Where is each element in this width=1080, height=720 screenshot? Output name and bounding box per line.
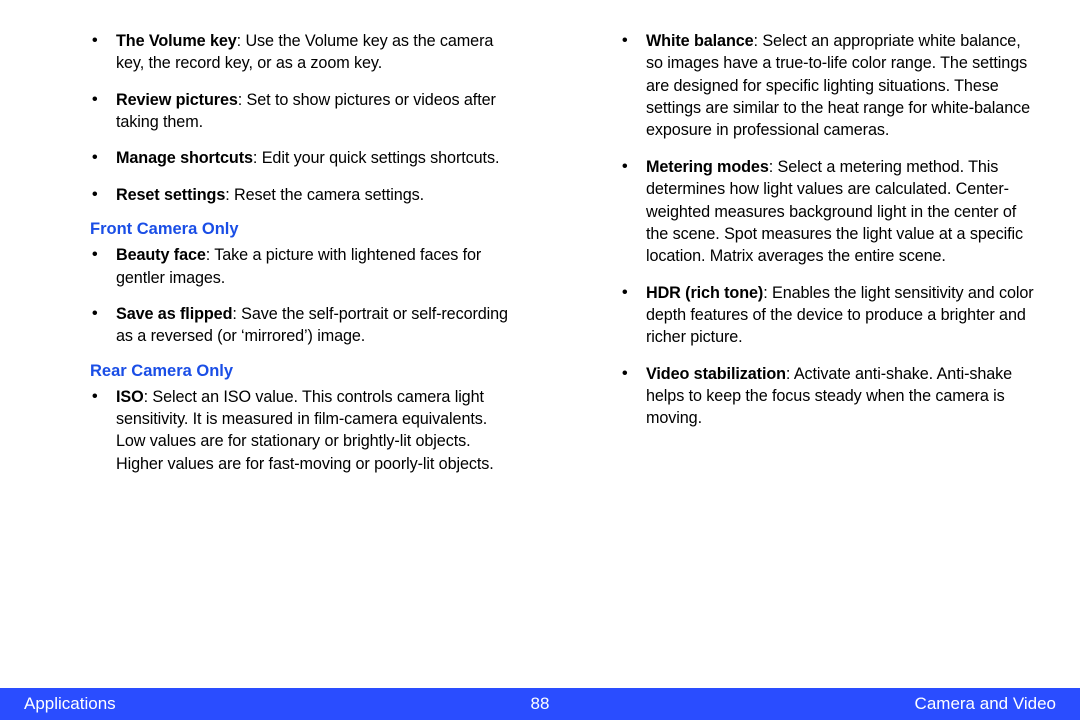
list-item: The Volume key: Use the Volume key as th… — [116, 30, 510, 75]
term: White balance — [646, 32, 754, 50]
term: Review pictures — [116, 91, 238, 109]
list-item: HDR (rich tone): Enables the light sensi… — [646, 282, 1040, 349]
settings-list-rear-continued: White balance: Select an appropriate whi… — [646, 30, 1040, 430]
list-item: Video stabilization: Activate anti-shake… — [646, 363, 1040, 430]
list-item: ISO: Select an ISO value. This controls … — [116, 386, 510, 475]
page-footer: Applications 88 Camera and Video — [0, 688, 1080, 720]
settings-list-general: The Volume key: Use the Volume key as th… — [116, 30, 510, 206]
term: Reset settings — [116, 186, 225, 204]
term: Beauty face — [116, 246, 206, 264]
rear-camera-heading: Rear Camera Only — [90, 362, 510, 381]
list-item: Beauty face: Take a picture with lighten… — [116, 244, 510, 289]
term: The Volume key — [116, 32, 237, 50]
page-content: The Volume key: Use the Volume key as th… — [0, 0, 1080, 670]
term: Save as flipped — [116, 305, 232, 323]
settings-list-rear: ISO: Select an ISO value. This controls … — [116, 386, 510, 475]
footer-page-number: 88 — [531, 694, 550, 714]
list-item: Metering modes: Select a metering method… — [646, 156, 1040, 268]
front-camera-heading: Front Camera Only — [90, 220, 510, 239]
footer-section-left: Applications — [24, 694, 116, 714]
footer-section-right: Camera and Video — [915, 694, 1056, 714]
term: Metering modes — [646, 158, 769, 176]
desc: : Reset the camera settings. — [225, 186, 424, 204]
right-column: White balance: Select an appropriate whi… — [570, 30, 1040, 670]
desc: : Select an ISO value. This controls cam… — [116, 388, 494, 473]
term: Video stabilization — [646, 365, 786, 383]
list-item: White balance: Select an appropriate whi… — [646, 30, 1040, 142]
list-item: Manage shortcuts: Edit your quick settin… — [116, 147, 510, 169]
list-item: Save as flipped: Save the self-portrait … — [116, 303, 510, 348]
term: Manage shortcuts — [116, 149, 253, 167]
term: HDR (rich tone) — [646, 284, 763, 302]
list-item: Review pictures: Set to show pictures or… — [116, 89, 510, 134]
desc: : Edit your quick settings shortcuts. — [253, 149, 499, 167]
term: ISO — [116, 388, 144, 406]
list-item: Reset settings: Reset the camera setting… — [116, 184, 510, 206]
left-column: The Volume key: Use the Volume key as th… — [40, 30, 510, 670]
settings-list-front: Beauty face: Take a picture with lighten… — [116, 244, 510, 347]
